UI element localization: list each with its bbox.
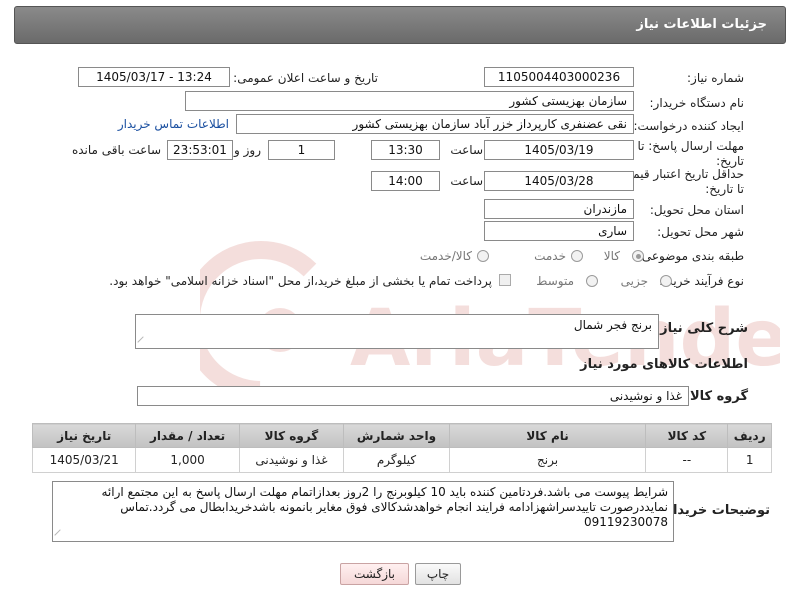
cell-group: غذا و نوشیدنی	[238, 447, 345, 473]
col-header-code: کد کالا	[645, 423, 729, 448]
announce-datetime-label: تاریخ و ساعت اعلان عمومی:	[233, 71, 378, 85]
cell-date: 1405/03/21	[31, 447, 137, 473]
buyer-org-field: سازمان بهزیستی کشور	[185, 91, 634, 111]
col-header-qty: تعداد / مقدار	[135, 423, 240, 448]
process-radio-minor[interactable]	[660, 275, 672, 287]
reply-time-label: ساعت	[450, 143, 483, 157]
col-header-row: ردیف	[727, 423, 772, 448]
cell-row-number: 1	[727, 447, 772, 473]
reply-time-field: 13:30	[371, 140, 440, 160]
col-header-name: نام کالا	[448, 423, 647, 448]
print-button[interactable]: چاپ	[415, 563, 461, 585]
back-button[interactable]: بازگشت	[340, 563, 409, 585]
resize-handle-icon[interactable]	[137, 336, 149, 348]
cell-code: --	[645, 447, 729, 473]
remaining-label: ساعت باقی مانده	[71, 143, 161, 157]
buyer-notes-label: توضیحات خریدار:	[660, 503, 770, 518]
buyer-org-label: نام دستگاه خریدار:	[649, 96, 745, 110]
contact-info-link[interactable]: اطلاعات تماس خریدار	[118, 117, 229, 131]
page-title: جزئیات اطلاعات نیاز	[636, 17, 767, 32]
province-field: مازندران	[484, 199, 634, 219]
col-header-group: گروه کالا	[238, 423, 345, 448]
category-label: طبقه بندی موضوعی:	[637, 249, 744, 263]
category-option-goods-service: کالا/خدمت	[419, 249, 472, 263]
province-label: استان محل تحویل:	[649, 203, 744, 217]
city-label: شهر محل تحویل:	[657, 225, 744, 239]
cell-qty: 1,000	[135, 447, 240, 473]
description-textarea[interactable]: برنج فجر شمال	[135, 314, 659, 349]
category-radio-goods-service[interactable]	[477, 250, 489, 262]
validity-date-field: 1405/03/28	[484, 171, 634, 191]
description-label: شرح کلی نیاز:	[654, 321, 748, 336]
reply-days-field: 1	[268, 140, 335, 160]
process-radio-medium[interactable]	[586, 275, 598, 287]
validity-time-field: 14:00	[371, 171, 440, 191]
category-radio-goods[interactable]	[632, 250, 644, 262]
treasury-payment-note: پرداخت تمام یا بخشی از مبلغ خرید،از محل …	[109, 274, 492, 288]
days-and-label: روز و	[234, 143, 261, 157]
page-header: جزئیات اطلاعات نیاز	[14, 6, 786, 44]
description-text: برنج فجر شمال	[573, 318, 652, 332]
process-option-minor: جزیی	[620, 274, 648, 288]
col-header-unit: واحد شمارش	[343, 423, 450, 448]
need-number-field: 1105004403000236	[484, 67, 634, 87]
cell-unit: کیلوگرم	[343, 447, 450, 473]
cell-name: برنج	[448, 447, 647, 473]
table-row[interactable]: 1 -- برنج کیلوگرم غذا و نوشیدنی 1,000 14…	[31, 447, 772, 473]
reply-date-field: 1405/03/19	[484, 140, 634, 160]
city-field: ساری	[484, 221, 634, 241]
goods-group-label: گروه کالا:	[684, 389, 748, 404]
treasury-payment-checkbox[interactable]	[499, 274, 511, 286]
goods-table: ردیف کد کالا نام کالا واحد شمارش گروه کا…	[31, 423, 772, 473]
goods-info-heading: اطلاعات کالاهای مورد نیاز	[580, 357, 748, 372]
validity-time-label: ساعت	[450, 174, 483, 188]
process-option-medium: متوسط	[536, 274, 574, 288]
category-option-service: خدمت	[534, 249, 566, 263]
requester-field: نقی عضنفری کارپرداز خزر آباد سازمان بهزی…	[236, 114, 634, 134]
remaining-time-field: 23:53:01	[167, 140, 233, 160]
goods-group-field: غذا و نوشیدنی	[137, 386, 689, 406]
reply-deadline-label: مهلت ارسال پاسخ: تا تاریخ:	[637, 139, 744, 168]
category-option-goods: کالا	[603, 249, 620, 263]
buyer-notes-text: شرایط پیوست می باشد.فردتامین کننده باید …	[101, 485, 669, 529]
category-radio-service[interactable]	[571, 250, 583, 262]
col-header-date: تاریخ نیاز	[31, 423, 137, 448]
requester-label: ایجاد کننده درخواست:	[633, 119, 744, 133]
table-header-row: ردیف کد کالا نام کالا واحد شمارش گروه کا…	[31, 423, 772, 448]
need-number-label: شماره نیاز:	[687, 71, 744, 85]
buyer-notes-textarea[interactable]: شرایط پیوست می باشد.فردتامین کننده باید …	[52, 481, 674, 542]
announce-datetime-field: 1405/03/17 - 13:24	[78, 67, 230, 87]
